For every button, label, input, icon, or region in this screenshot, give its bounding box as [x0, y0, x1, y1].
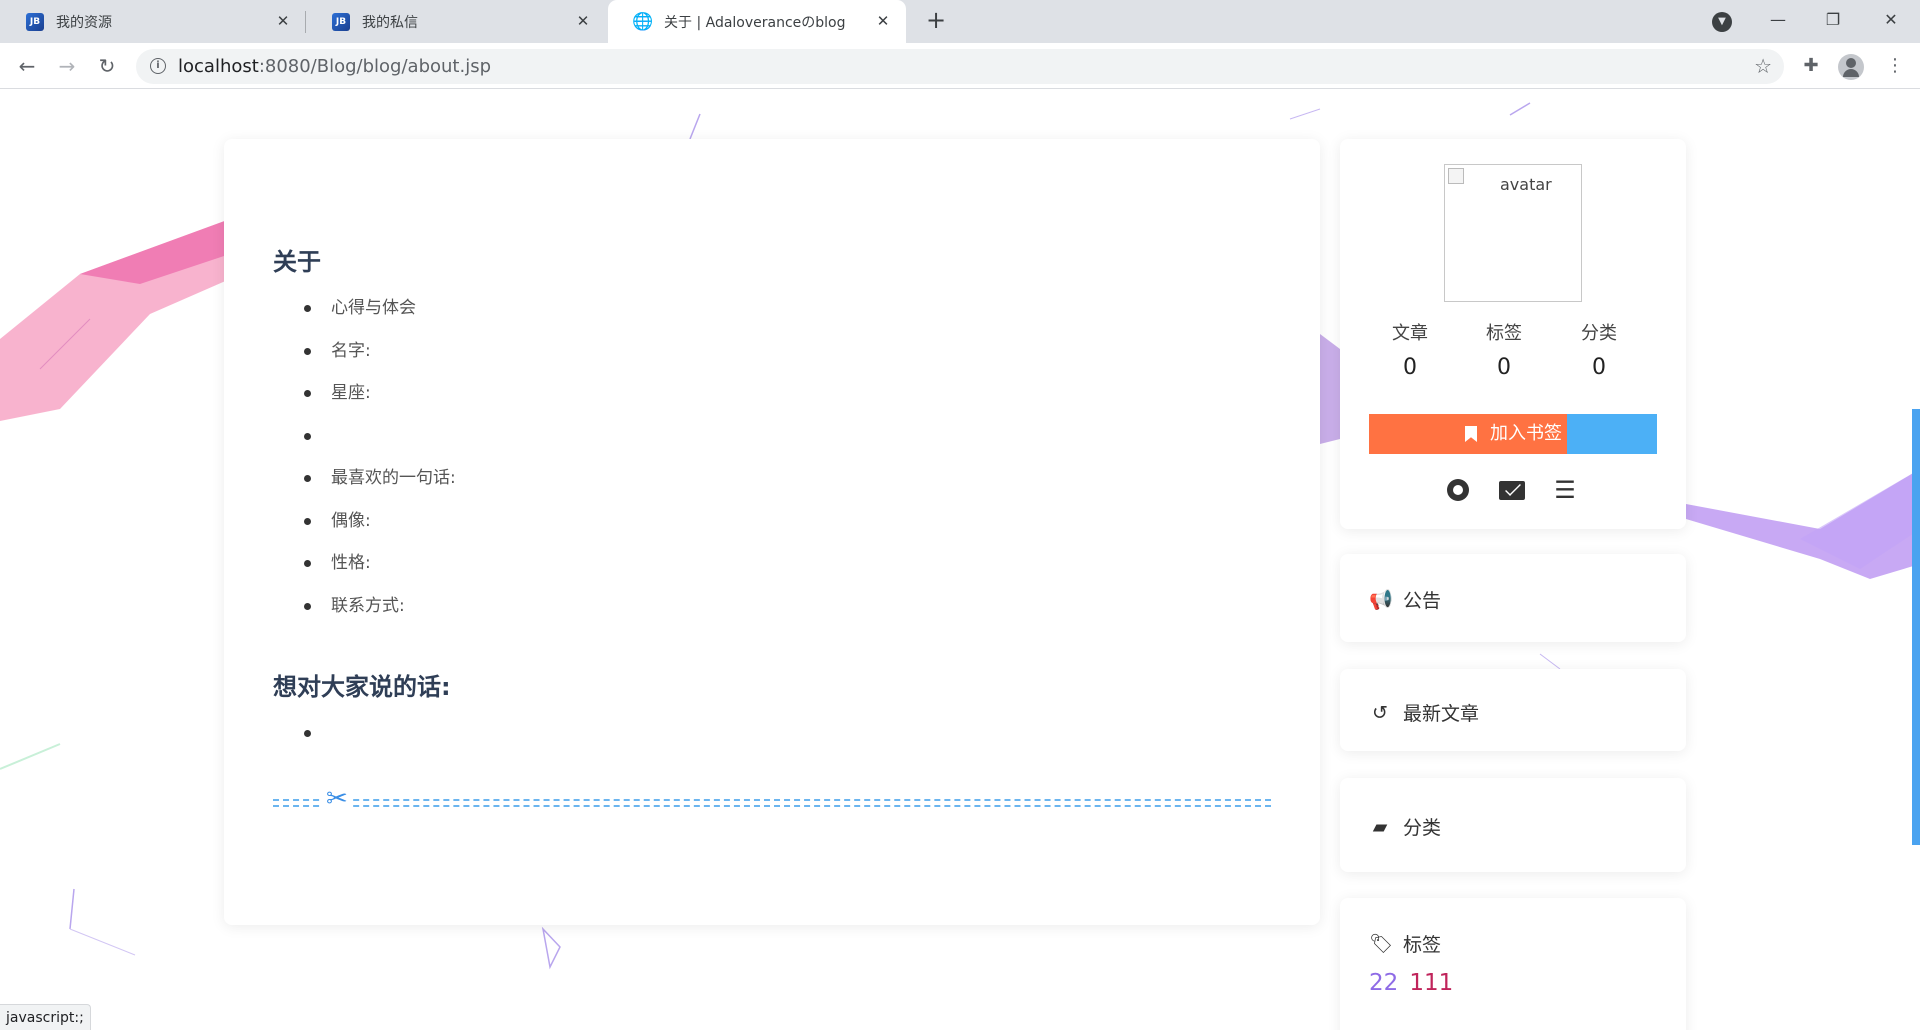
- history-icon: ↺: [1372, 701, 1388, 724]
- stat-articles[interactable]: 文章 0: [1370, 319, 1450, 380]
- profile-card: avatar 文章 0 标签 0 分类 0 加入书签 ☰: [1340, 139, 1686, 529]
- add-bookmark-button[interactable]: 加入书签: [1369, 414, 1567, 454]
- url-text[interactable]: localhost:8080/Blog/blog/about.jsp: [178, 49, 491, 84]
- broken-image-icon: [1448, 168, 1464, 184]
- bookmark-star-icon[interactable]: ☆: [1754, 53, 1772, 79]
- stat-value: 0: [1592, 355, 1606, 380]
- scroll-accent-bar: [1912, 409, 1920, 845]
- avatar-alt-text: avatar: [1500, 175, 1552, 194]
- reload-icon[interactable]: ↻: [92, 51, 122, 81]
- tag-link[interactable]: 111: [1409, 970, 1453, 996]
- close-icon[interactable]: ✕: [274, 12, 292, 30]
- dashed-divider: ✂: [273, 784, 1271, 814]
- tags-card: 🏷 标签 22 111: [1340, 898, 1686, 1030]
- stat-label: 分类: [1581, 323, 1617, 344]
- notice-label: 公告: [1403, 590, 1442, 612]
- list-item: [273, 423, 456, 466]
- tab-about[interactable]: 🌐 关于 | Adaloveranceのblog ✕: [608, 0, 906, 43]
- list-item: 星座:: [273, 380, 456, 423]
- jb-favicon-icon: JB: [26, 12, 44, 31]
- url-host: localhost: [178, 56, 259, 77]
- forward-arrow-icon[interactable]: →: [52, 51, 82, 81]
- tab-search-icon[interactable]: ▼: [1712, 12, 1732, 32]
- profile-avatar-icon[interactable]: [1838, 54, 1864, 80]
- bookmark-icon: [1465, 426, 1477, 442]
- stat-label: 文章: [1392, 323, 1428, 344]
- rss-icon[interactable]: ☰: [1550, 475, 1580, 505]
- stat-tags[interactable]: 标签 0: [1464, 319, 1544, 380]
- recent-articles-card: ↺ 最新文章: [1340, 669, 1686, 751]
- list-item: 性格:: [273, 550, 456, 593]
- window-close-icon[interactable]: ✕: [1868, 0, 1914, 43]
- site-info-icon[interactable]: i: [150, 58, 166, 74]
- browser-tab-strip: JB 我的资源 ✕ JB 我的私信 ✕ 🌐 关于 | Adaloveranceの…: [0, 0, 1920, 43]
- tab-my-messages[interactable]: JB 我的私信 ✕: [306, 0, 606, 43]
- stat-label: 标签: [1486, 323, 1522, 344]
- scissors-icon: ✂: [323, 784, 351, 814]
- tag-link[interactable]: 22: [1369, 970, 1398, 996]
- stat-value: 0: [1497, 355, 1511, 380]
- bookmark-label: 加入书签: [1490, 423, 1562, 444]
- about-heading: 关于: [273, 248, 321, 276]
- avatar: avatar: [1444, 164, 1582, 302]
- browser-toolbar: ← → ↻ i localhost:8080/Blog/blog/about.j…: [0, 43, 1920, 89]
- menu-kebab-icon[interactable]: ⋮: [1880, 51, 1910, 81]
- github-icon[interactable]: [1443, 475, 1473, 505]
- words-list: [273, 720, 331, 746]
- tags-title: 🏷 标签: [1369, 930, 1441, 957]
- new-tab-button[interactable]: +: [922, 6, 950, 34]
- list-item: 偶像:: [273, 508, 456, 551]
- about-list: 心得与体会 名字: 星座: 最喜欢的一句话: 偶像: 性格: 联系方式:: [273, 295, 456, 635]
- bookmark-bar: 加入书签: [1369, 414, 1657, 454]
- recent-label: 最新文章: [1403, 703, 1480, 725]
- about-card: 关于 心得与体会 名字: 星座: 最喜欢的一句话: 偶像: 性格: 联系方式: …: [224, 139, 1320, 925]
- tab-title: 我的私信: [362, 14, 418, 31]
- restore-icon[interactable]: ❐: [1810, 0, 1856, 43]
- notice-title: 📢 公告: [1369, 586, 1441, 613]
- folder-open-icon: ▰: [1372, 815, 1388, 838]
- minimize-icon[interactable]: —: [1755, 0, 1801, 43]
- page-viewport: 关于 心得与体会 名字: 星座: 最喜欢的一句话: 偶像: 性格: 联系方式: …: [0, 89, 1920, 1030]
- tag-cloud: 22 111: [1369, 970, 1459, 996]
- notice-card: 📢 公告: [1340, 554, 1686, 642]
- megaphone-icon: 📢: [1369, 589, 1393, 611]
- status-link-tooltip: javascript:;: [0, 1004, 91, 1030]
- list-item: 最喜欢的一句话:: [273, 465, 456, 508]
- close-icon[interactable]: ✕: [574, 12, 592, 30]
- list-item: 名字:: [273, 338, 456, 381]
- recent-title: ↺ 最新文章: [1369, 699, 1479, 726]
- stat-categories[interactable]: 分类 0: [1559, 319, 1639, 380]
- list-item: 联系方式:: [273, 593, 456, 636]
- back-arrow-icon[interactable]: ←: [12, 51, 42, 81]
- category-card: ▰ 分类: [1340, 778, 1686, 872]
- list-item: 心得与体会: [273, 295, 456, 338]
- envelope-icon[interactable]: [1497, 475, 1527, 505]
- globe-icon: 🌐: [632, 11, 654, 32]
- stat-value: 0: [1403, 355, 1417, 380]
- tab-title: 关于 | Adaloveranceのblog: [664, 14, 846, 31]
- address-bar[interactable]: i localhost:8080/Blog/blog/about.jsp ☆: [136, 49, 1784, 84]
- words-heading: 想对大家说的话:: [273, 673, 451, 701]
- jb-favicon-icon: JB: [332, 12, 350, 31]
- tab-my-resources[interactable]: JB 我的资源 ✕: [0, 0, 306, 43]
- extensions-puzzle-icon[interactable]: ✚: [1796, 51, 1826, 81]
- url-path: :8080/Blog/blog/about.jsp: [258, 56, 491, 77]
- tags-icon: 🏷: [1369, 933, 1394, 955]
- category-label: 分类: [1403, 817, 1442, 839]
- category-title: ▰ 分类: [1369, 813, 1441, 840]
- tab-title: 我的资源: [56, 14, 112, 31]
- list-item: [273, 720, 331, 746]
- close-icon[interactable]: ✕: [874, 12, 892, 30]
- tags-label: 标签: [1403, 934, 1442, 956]
